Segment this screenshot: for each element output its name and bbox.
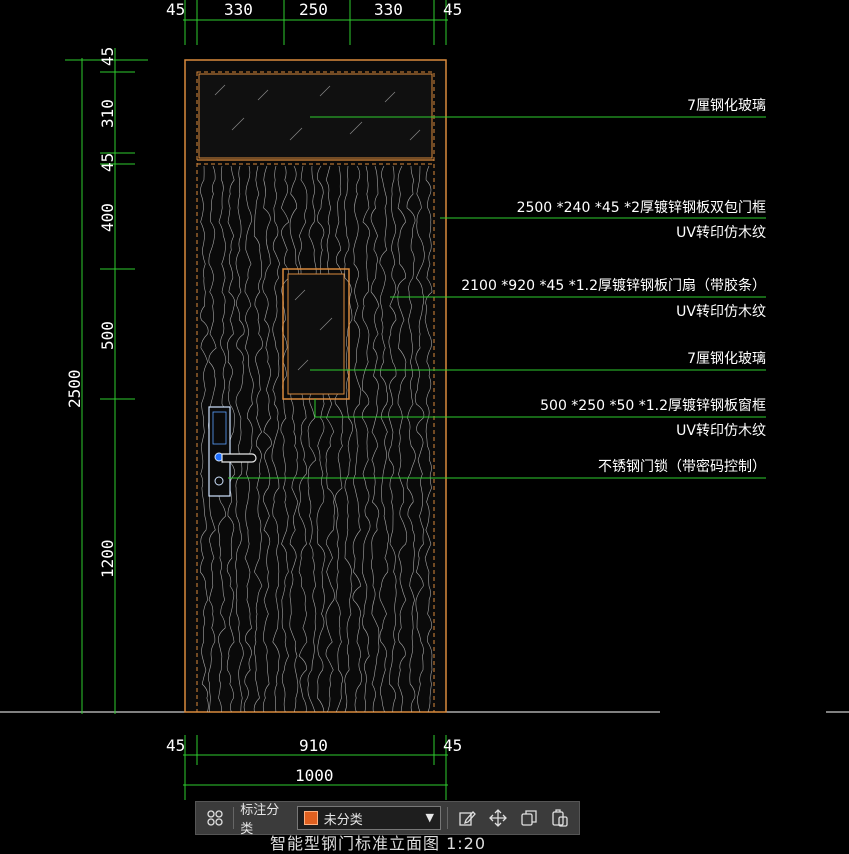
annotation-frame-line2: UV转印仿木纹 xyxy=(676,225,766,241)
copy-icon[interactable] xyxy=(516,805,541,831)
bottom-dim-2: 910 xyxy=(299,736,328,755)
left-dim-3: 45 xyxy=(98,153,117,172)
left-dim-5: 500 xyxy=(98,321,117,350)
annotation-leaf-line1: 2100 *920 *45 *1.2厚镀锌钢板门扇（带胶条） xyxy=(461,277,766,294)
top-dim-1: 45 xyxy=(166,0,185,19)
move-icon[interactable] xyxy=(485,805,510,831)
annotation-leaf-line2: UV转印仿木纹 xyxy=(676,304,766,320)
paste-icon[interactable] xyxy=(548,805,573,831)
vision-window xyxy=(282,268,350,400)
category-select[interactable]: 未分类 ▼ xyxy=(296,806,441,830)
toolbar-separator xyxy=(446,807,448,829)
top-dim-4: 330 xyxy=(374,0,403,19)
edit-icon[interactable] xyxy=(454,805,479,831)
toolbar-separator xyxy=(233,807,235,829)
bottom-total: 1000 xyxy=(295,766,334,785)
annotation-window-frame-line1: 500 *250 *50 *1.2厚镀锌钢板窗框 xyxy=(540,397,766,414)
left-dimensions: 45 310 45 400 500 1200 2500 xyxy=(65,47,148,714)
left-dim-6: 1200 xyxy=(98,539,117,578)
left-dim-2: 310 xyxy=(98,99,117,128)
category-label: 标注分类 xyxy=(240,803,280,837)
category-color-swatch xyxy=(303,811,318,825)
bottom-dimensions: 45 910 45 1000 xyxy=(166,735,462,800)
left-total: 2500 xyxy=(65,369,84,408)
annotation-toolbar: 标注分类 未分类 ▼ xyxy=(195,801,580,837)
annotation-frame-line1: 2500 *240 *45 *2厚镀锌钢板双包门框 xyxy=(517,199,766,216)
annotations: 7厘钢化玻璃 2500 *240 *45 *2厚镀锌钢板双包门框 UV转印仿木纹… xyxy=(461,97,766,475)
transom-glass xyxy=(198,73,433,159)
top-dim-5: 45 xyxy=(443,0,462,19)
top-dim-3: 250 xyxy=(299,0,328,19)
bottom-dim-3: 45 xyxy=(443,736,462,755)
top-dim-2: 330 xyxy=(224,0,253,19)
annotation-window-glass: 7厘钢化玻璃 xyxy=(687,350,766,367)
annotation-window-frame-line2: UV转印仿木纹 xyxy=(676,423,766,439)
top-dimensions: 45 330 250 330 45 xyxy=(166,0,462,45)
grid-icon[interactable] xyxy=(202,805,227,831)
left-dim-1: 45 xyxy=(98,47,117,66)
left-dim-4: 400 xyxy=(98,203,117,232)
category-value: 未分类 xyxy=(323,812,363,828)
bottom-dim-1: 45 xyxy=(166,736,185,755)
cad-drawing[interactable]: 45 330 250 330 45 45 910 45 1000 45 310 … xyxy=(0,0,849,853)
annotation-transom-glass: 7厘钢化玻璃 xyxy=(687,97,766,114)
chevron-down-icon: ▼ xyxy=(425,811,434,824)
annotation-lock: 不锈钢门锁（带密码控制） xyxy=(598,458,766,475)
